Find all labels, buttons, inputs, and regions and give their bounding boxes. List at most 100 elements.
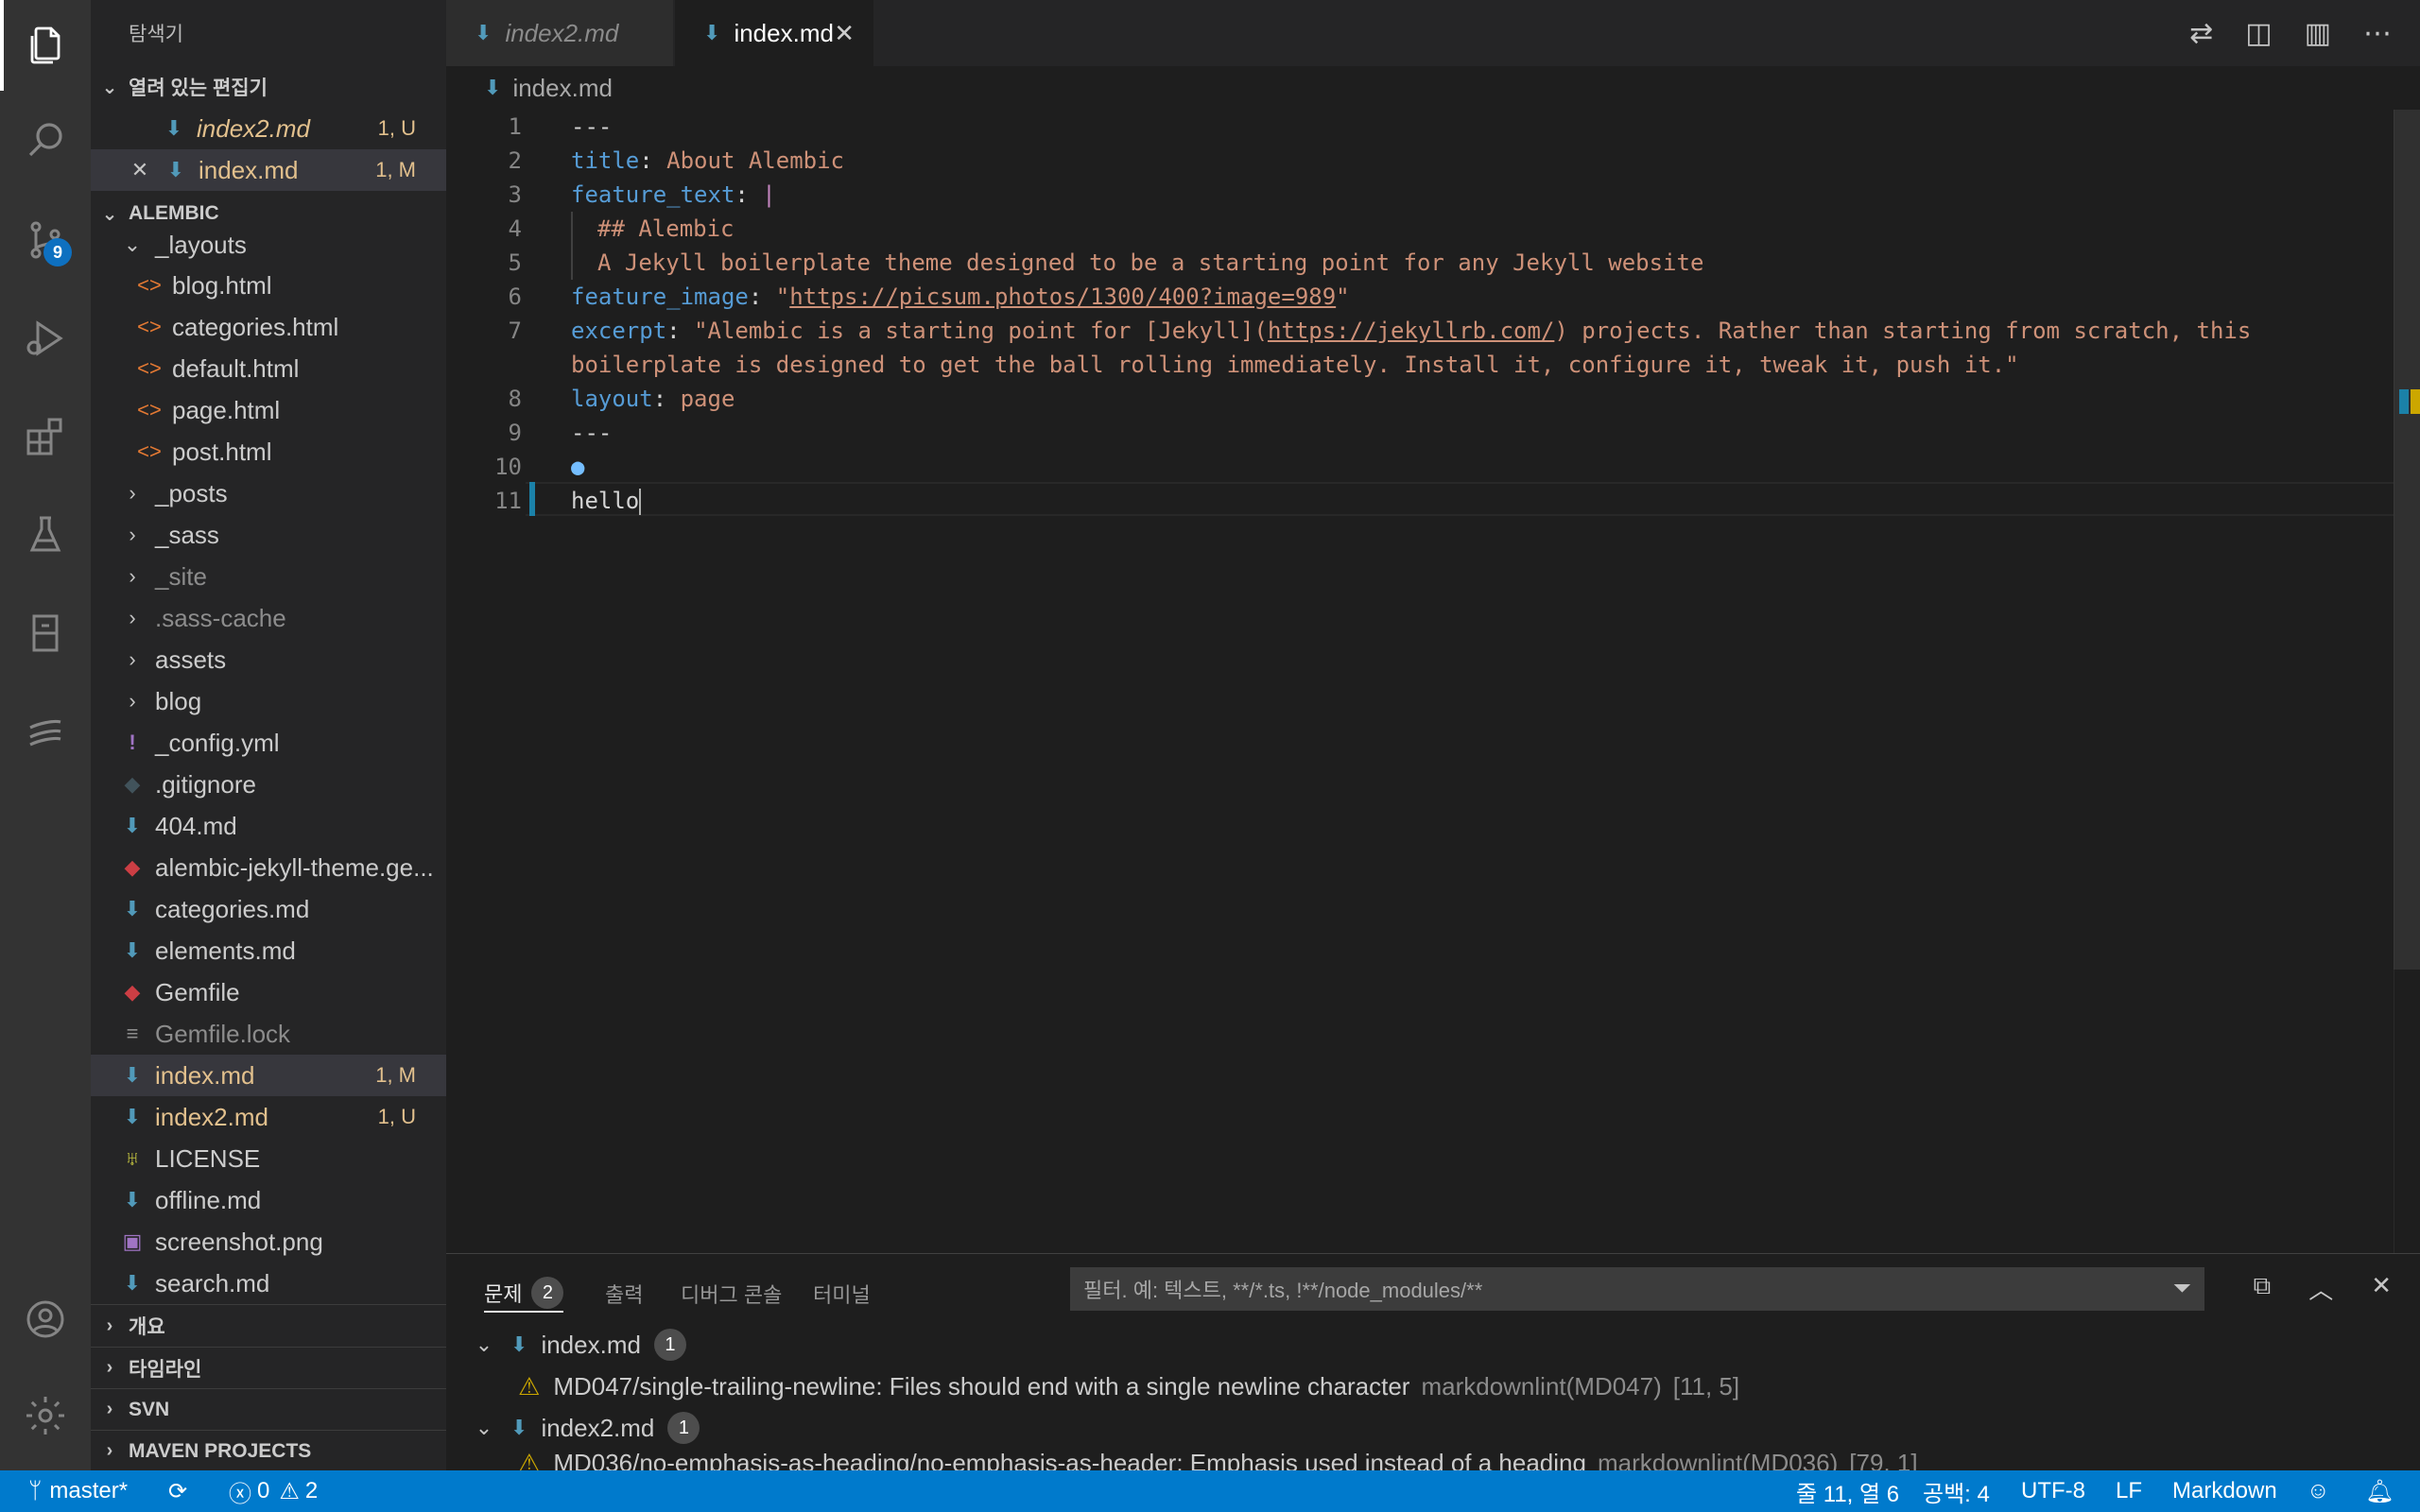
tree-folder-blog[interactable]: › blog bbox=[91, 680, 446, 722]
tree-folder-layouts[interactable]: ⌄ _layouts bbox=[91, 225, 446, 265]
tree-file-gemfile-lock[interactable]: ≡ Gemfile.lock bbox=[91, 1013, 446, 1055]
markdown-file-icon: ⬇ bbox=[123, 1271, 142, 1295]
language-mode[interactable]: Markdown bbox=[2172, 1470, 2277, 1512]
lightbulb-icon[interactable]: ● bbox=[571, 454, 584, 480]
markdown-file-icon: ⬇ bbox=[166, 158, 185, 181]
chevron-right-icon: › bbox=[129, 689, 136, 713]
chevron-down-icon: ⌄ bbox=[123, 232, 142, 256]
problem-group-index2-md[interactable]: ⌄ ⬇ index2.md 1 bbox=[458, 1407, 700, 1449]
tree-folder-sass[interactable]: › _sass bbox=[91, 514, 446, 556]
tree-file-blog-html[interactable]: <> blog.html bbox=[91, 265, 446, 306]
collapse-all-icon[interactable]: ⧉ bbox=[2254, 1271, 2272, 1306]
html-file-icon: <> bbox=[137, 315, 162, 338]
tree-file-search-md[interactable]: ⬇ search.md bbox=[91, 1263, 446, 1304]
tree-file-license[interactable]: ♅ LICENSE bbox=[91, 1138, 446, 1179]
close-panel-icon[interactable]: ✕ bbox=[2371, 1271, 2392, 1306]
testing-icon[interactable] bbox=[0, 490, 91, 580]
image-file-icon: ▣ bbox=[122, 1229, 143, 1253]
tree-file-screenshot-png[interactable]: ▣ screenshot.png bbox=[91, 1221, 446, 1263]
settings-gear-icon[interactable] bbox=[0, 1370, 91, 1461]
tree-file-index-md[interactable]: ⬇ index.md 1, M bbox=[91, 1055, 446, 1096]
code-line-1: --- bbox=[571, 113, 613, 140]
tree-file-categories-html[interactable]: <> categories.html bbox=[91, 306, 446, 348]
scroll-thumb[interactable] bbox=[2394, 110, 2420, 970]
open-changes-icon[interactable]: ⇄ bbox=[2189, 17, 2213, 50]
tab-problems[interactable]: 문제 2 bbox=[484, 1275, 564, 1313]
close-icon[interactable]: ✕ bbox=[127, 158, 153, 182]
tree-file-offline-md[interactable]: ⬇ offline.md bbox=[91, 1179, 446, 1221]
problem-item[interactable]: ⚠ MD047/single-trailing-newline: Files s… bbox=[518, 1366, 1739, 1407]
tree-file-index2-md[interactable]: ⬇ index2.md 1, U bbox=[91, 1096, 446, 1138]
tree-folder-assets[interactable]: › assets bbox=[91, 639, 446, 680]
close-tab-icon[interactable]: ✕ bbox=[834, 19, 855, 48]
editor-tab-bar: ⬇ index2.md ⬇ index.md ✕ ⇄ ◫ ▥ ⋯ bbox=[446, 0, 2420, 66]
sync-icon[interactable]: ⟳ bbox=[168, 1470, 187, 1512]
activity-bar: 9 bbox=[0, 0, 91, 1470]
code-editor[interactable]: 1 2 3 4 5 6 7 8 9 10 11 --- title: About… bbox=[446, 110, 2420, 1253]
tree-file-default-html[interactable]: <> default.html bbox=[91, 348, 446, 389]
tree-file-404-md[interactable]: ⬇ 404.md bbox=[91, 805, 446, 847]
open-preview-icon[interactable]: ◫ bbox=[2245, 17, 2272, 50]
run-debug-icon[interactable] bbox=[0, 293, 91, 384]
chevron-right-icon: › bbox=[106, 1440, 113, 1461]
filter-icon[interactable]: ⏷ bbox=[2173, 1276, 2191, 1302]
problems-status-item[interactable]: ⓧ 0 ⚠ 2 bbox=[229, 1470, 318, 1512]
explorer-sidebar: 탐색기 ⌄ 열려 있는 편집기 ⬇ index2.md 1, U ✕ ⬇ ind… bbox=[91, 0, 446, 1470]
cursor-position[interactable]: 줄 11, 열 6 bbox=[1796, 1470, 1899, 1512]
account-icon[interactable] bbox=[0, 1274, 91, 1365]
outline-header[interactable]: › 개요 bbox=[91, 1305, 446, 1347]
search-icon[interactable] bbox=[0, 94, 91, 185]
notifications-bell-icon[interactable]: 🔔︎ bbox=[2365, 1470, 2394, 1512]
svn-header[interactable]: › SVN bbox=[91, 1388, 446, 1430]
tab-index2-md[interactable]: ⬇ index2.md bbox=[446, 0, 673, 66]
code-line-10: ● bbox=[571, 450, 584, 484]
markdown-file-icon: ⬇ bbox=[123, 1063, 142, 1087]
problem-item[interactable]: ⚠ MD036/no-emphasis-as-heading/no-emphas… bbox=[518, 1449, 1918, 1471]
tree-file-config-yml[interactable]: ! _config.yml bbox=[91, 722, 446, 764]
current-line-highlight bbox=[526, 482, 2420, 516]
chevron-right-icon: › bbox=[129, 523, 136, 546]
svn-icon[interactable] bbox=[0, 686, 91, 777]
tree-file-elements-md[interactable]: ⬇ elements.md bbox=[91, 930, 446, 971]
tab-debug-console[interactable]: 디버그 콘솔 bbox=[681, 1275, 782, 1313]
yaml-file-icon: ! bbox=[129, 730, 136, 754]
open-editors-header[interactable]: ⌄ 열려 있는 편집기 bbox=[91, 66, 446, 108]
tree-folder-posts[interactable]: › _posts bbox=[91, 472, 446, 514]
tab-output[interactable]: 출력 bbox=[605, 1275, 643, 1313]
explorer-icon[interactable] bbox=[0, 0, 91, 91]
remote-explorer-icon[interactable] bbox=[0, 588, 91, 679]
tab-terminal[interactable]: 터미널 bbox=[813, 1275, 871, 1313]
chevron-right-icon: › bbox=[106, 1314, 113, 1336]
git-branch-item[interactable]: ᛘ master* bbox=[28, 1470, 128, 1512]
tree-file-gemfile[interactable]: ◆ Gemfile bbox=[91, 971, 446, 1013]
feedback-icon[interactable]: ☺ bbox=[2307, 1470, 2330, 1512]
tree-file-gitignore[interactable]: ◆ .gitignore bbox=[91, 764, 446, 805]
timeline-header[interactable]: › 타임라인 bbox=[91, 1347, 446, 1388]
open-editor-index2[interactable]: ⬇ index2.md 1, U bbox=[91, 108, 446, 149]
extensions-icon[interactable] bbox=[0, 391, 91, 482]
editor-scrollbar[interactable] bbox=[2394, 110, 2420, 1253]
encoding[interactable]: UTF-8 bbox=[2021, 1470, 2085, 1512]
split-editor-icon[interactable]: ▥ bbox=[2305, 17, 2331, 50]
more-actions-icon[interactable]: ⋯ bbox=[2363, 17, 2392, 50]
maximize-panel-icon[interactable]: ︿ bbox=[2308, 1271, 2333, 1306]
maven-projects-header[interactable]: › MAVEN PROJECTS bbox=[91, 1430, 446, 1470]
problems-filter-input[interactable]: 필터. 예: 텍스트, **/*.ts, !**/node_modules/**… bbox=[1070, 1267, 2204, 1311]
open-editor-index[interactable]: ✕ ⬇ index.md 1, M bbox=[91, 149, 446, 191]
tree-file-gemspec[interactable]: ◆ alembic-jekyll-theme.ge... bbox=[91, 847, 446, 888]
tree-file-categories-md[interactable]: ⬇ categories.md bbox=[91, 888, 446, 930]
end-of-line[interactable]: LF bbox=[2116, 1470, 2142, 1512]
tree-file-post-html[interactable]: <> post.html bbox=[91, 431, 446, 472]
breadcrumb[interactable]: ⬇ index.md bbox=[446, 66, 2420, 110]
html-file-icon: <> bbox=[137, 273, 162, 297]
problem-group-index-md[interactable]: ⌄ ⬇ index.md 1 bbox=[458, 1324, 686, 1366]
tree-folder-site[interactable]: › _site bbox=[91, 556, 446, 597]
ruby-gem-icon: ◆ bbox=[124, 855, 141, 879]
indentation[interactable]: 공백: 4 bbox=[1923, 1470, 1990, 1512]
source-control-icon[interactable]: 9 bbox=[0, 195, 91, 285]
chevron-right-icon: › bbox=[129, 481, 136, 505]
tab-index-md[interactable]: ⬇ index.md ✕ bbox=[675, 0, 873, 66]
tree-file-page-html[interactable]: <> page.html bbox=[91, 389, 446, 431]
chevron-right-icon: › bbox=[129, 564, 136, 588]
tree-folder-sass-cache[interactable]: › .sass-cache bbox=[91, 597, 446, 639]
